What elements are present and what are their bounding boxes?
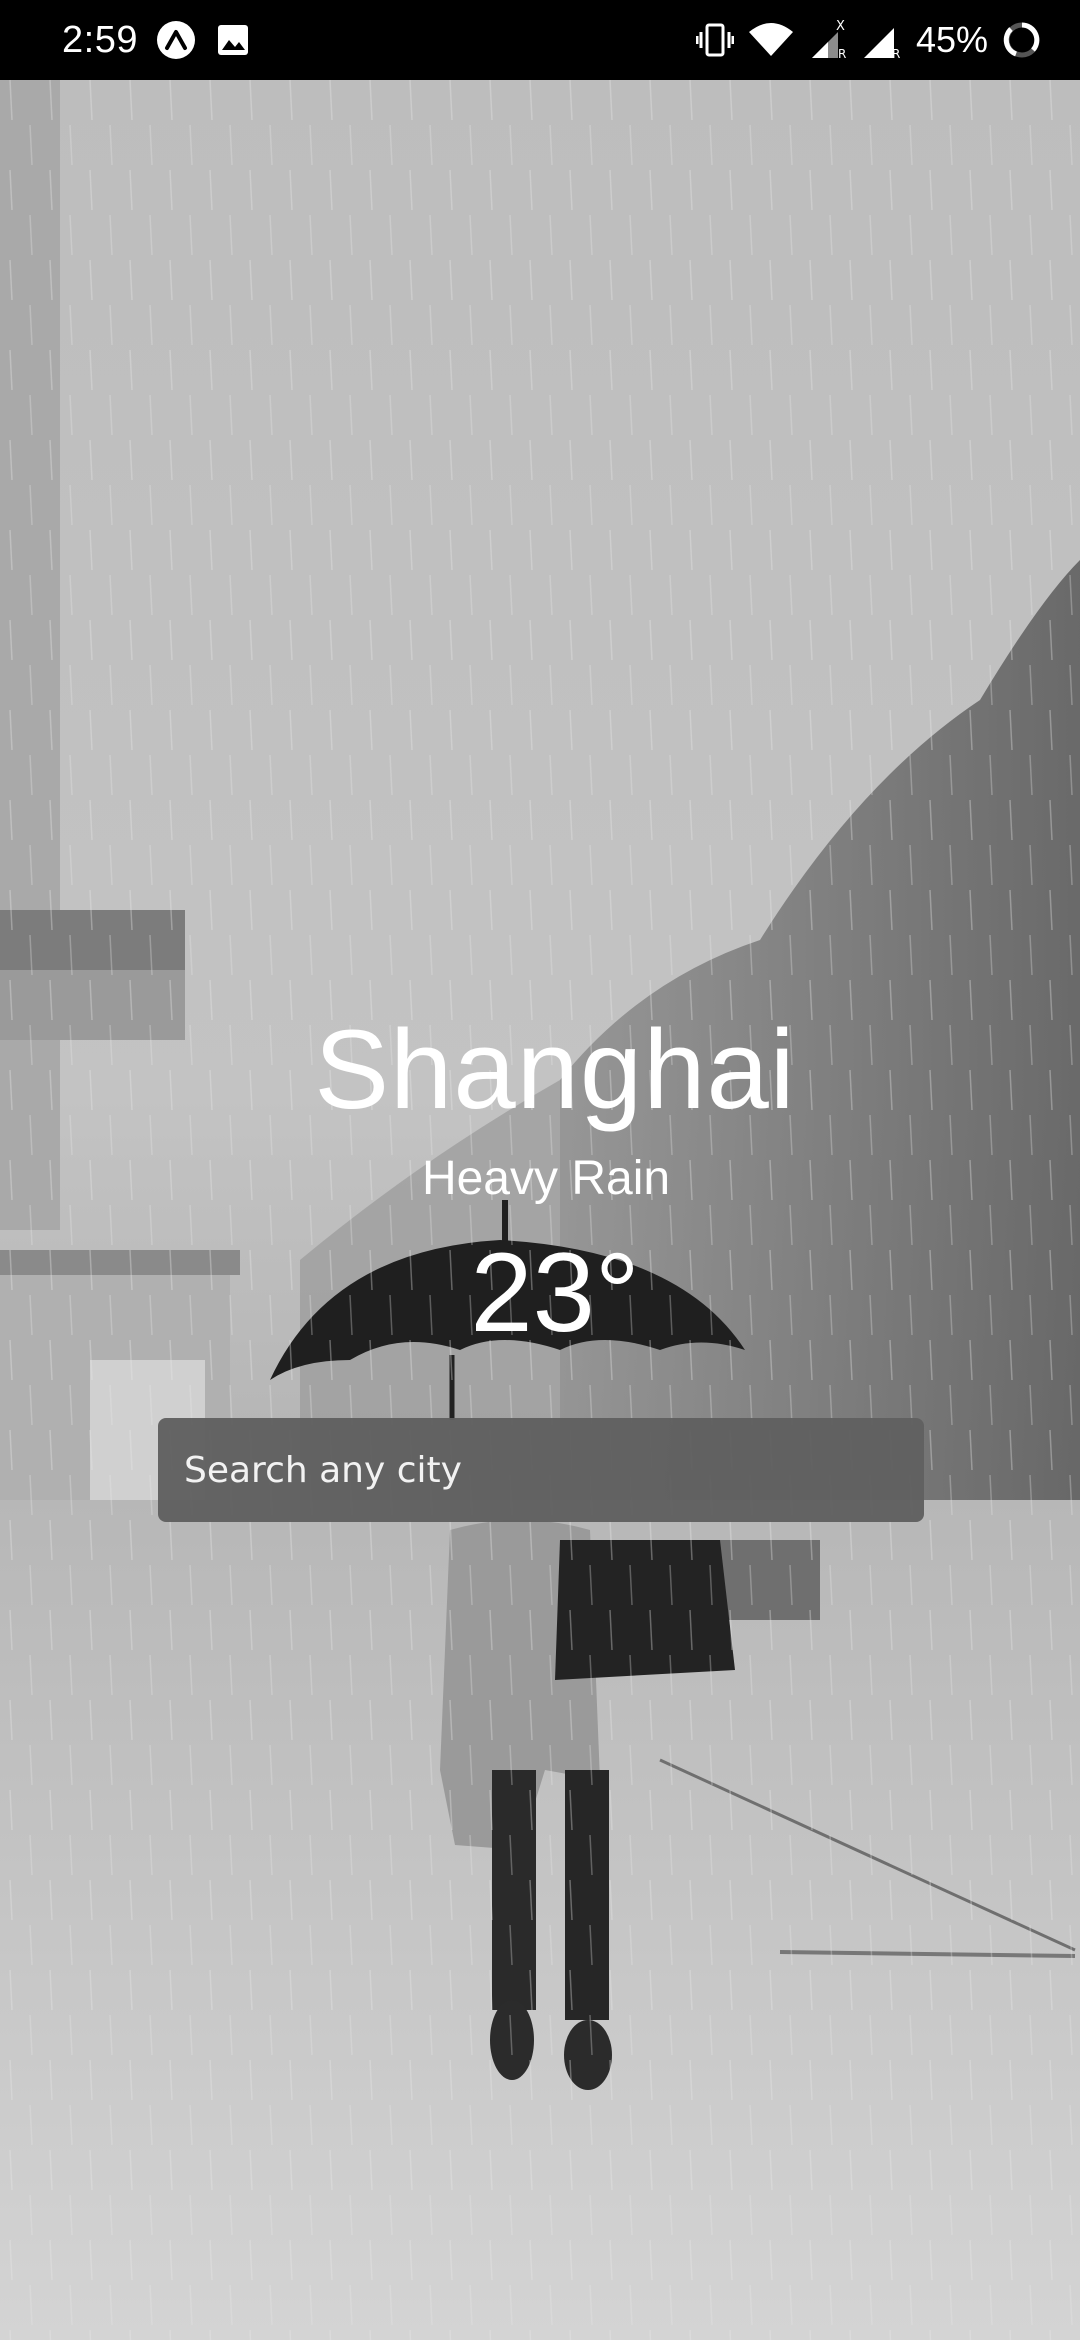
status-time: 2:59 <box>62 19 138 61</box>
background-photo <box>0 80 1080 2340</box>
svg-text:R: R <box>838 47 846 60</box>
signal-r-icon: R <box>863 28 900 60</box>
app-screen: 2:59 X R R 45% Shanghai Heavy Rain 23° S… <box>0 0 1080 2340</box>
status-right-icons: X R R 45% <box>695 16 1042 64</box>
city-search-input[interactable] <box>158 1418 924 1522</box>
temperature: 23° <box>470 1230 640 1355</box>
expo-app-icon <box>157 21 195 59</box>
weather-condition: Heavy Rain <box>421 1152 671 1205</box>
svg-text:R: R <box>892 47 900 60</box>
status-bar: 2:59 X R R 45% <box>0 0 1080 80</box>
city-name: Shanghai <box>314 1007 796 1132</box>
signal-x-icon: X R <box>811 20 846 60</box>
wifi-icon <box>748 23 793 56</box>
svg-text:X: X <box>836 20 845 34</box>
battery-ring-icon <box>1003 22 1040 58</box>
vibrate-icon <box>695 23 734 57</box>
battery-percent: 45% <box>915 19 988 60</box>
status-left-icons <box>156 20 250 60</box>
gallery-notification-icon <box>218 25 248 55</box>
